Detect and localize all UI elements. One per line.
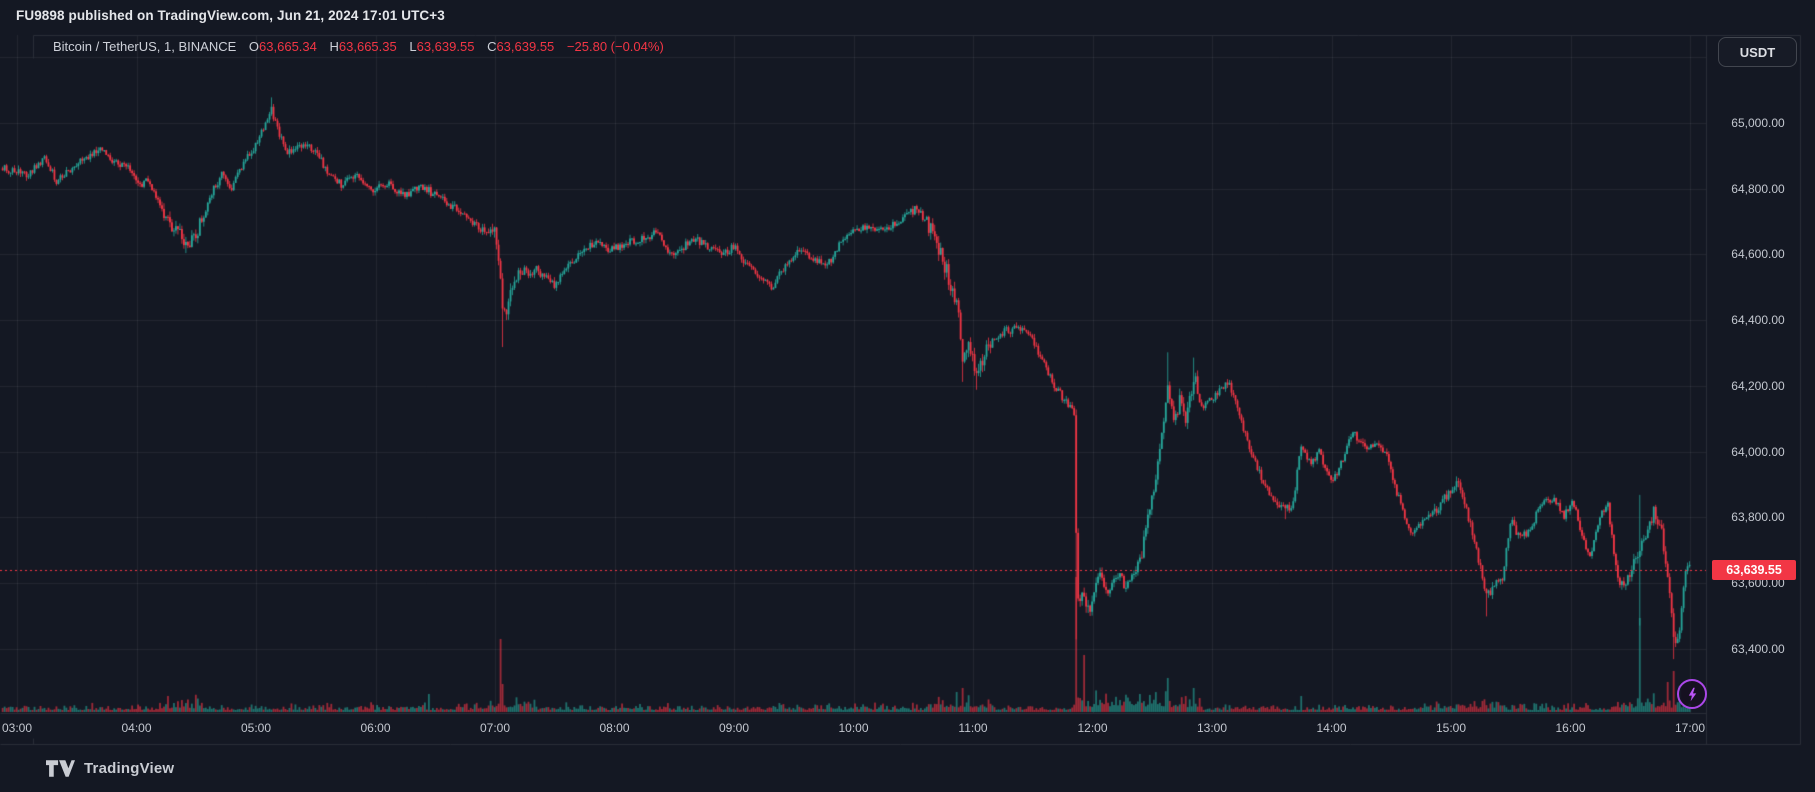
high-label: H xyxy=(329,39,339,54)
time-axis-label: 10:00 xyxy=(838,721,869,735)
open-label: O xyxy=(248,39,260,54)
low-label: L xyxy=(409,39,417,54)
price-axis-label: 63,800.00 xyxy=(1731,510,1785,525)
time-axis-label: 16:00 xyxy=(1555,721,1586,735)
price-axis-label: 64,000.00 xyxy=(1731,444,1785,459)
price-axis-label: 64,600.00 xyxy=(1731,247,1785,262)
last-price-label: 63,639.55 xyxy=(1712,559,1796,580)
tradingview-logo-icon xyxy=(46,760,75,777)
close-value: 63,639.55 xyxy=(496,39,555,54)
time-axis-label: 15:00 xyxy=(1435,721,1467,735)
time-axis-label: 05:00 xyxy=(240,721,272,735)
flash-snapshot-button[interactable] xyxy=(1677,679,1707,709)
time-axis-label: 03:00 xyxy=(1,721,33,735)
change-value: −25.80 (−0.04%) xyxy=(566,39,664,54)
time-axis-label: 07:00 xyxy=(479,721,511,735)
time-axis-label: 13:00 xyxy=(1196,721,1228,735)
open-value: 63,665.34 xyxy=(259,39,317,54)
time-axis-label: 04:00 xyxy=(121,721,152,735)
brand-name: TradingView xyxy=(84,760,175,777)
currency-toggle-button[interactable]: USDT xyxy=(1718,37,1797,67)
time-axis-label: 08:00 xyxy=(599,721,630,735)
high-value: 63,665.35 xyxy=(338,39,397,54)
candlestick-chart-canvas[interactable] xyxy=(0,0,1815,792)
price-axis-label: 63,400.00 xyxy=(1731,641,1785,656)
low-value: 63,639.55 xyxy=(416,39,475,54)
tradingview-snapshot: FU9898 published on TradingView.com, Jun… xyxy=(0,0,1815,792)
chart-legend[interactable]: Bitcoin / TetherUS, 1, BINANCE O63,665.3… xyxy=(53,39,664,54)
price-axis-label: 65,000.00 xyxy=(1731,116,1785,130)
time-axis-label: 11:00 xyxy=(958,721,988,735)
price-axis-label: 64,200.00 xyxy=(1731,378,1785,393)
lightning-icon xyxy=(1684,686,1701,703)
time-axis-label: 17:00 xyxy=(1674,721,1706,735)
time-axis-label: 12:00 xyxy=(1077,721,1108,735)
time-axis-label: 06:00 xyxy=(360,721,391,735)
published-attribution: FU9898 published on TradingView.com, Jun… xyxy=(16,8,445,23)
time-axis-label: 14:00 xyxy=(1316,721,1347,735)
symbol-title: Bitcoin / TetherUS, 1, BINANCE xyxy=(53,39,237,54)
time-axis-label: 09:00 xyxy=(718,721,750,735)
price-axis-label: 64,800.00 xyxy=(1731,181,1785,196)
price-axis-label: 64,400.00 xyxy=(1731,313,1785,328)
brand-footer[interactable]: TradingView xyxy=(46,760,174,777)
